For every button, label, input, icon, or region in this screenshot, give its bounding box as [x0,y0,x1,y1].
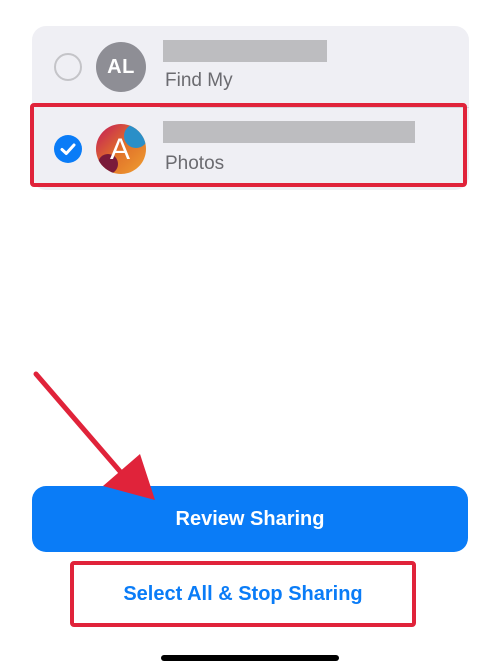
contact-subtitle: Find My [165,70,233,91]
redacted-contact-name [163,121,415,143]
select-all-stop-sharing-button[interactable]: Select All & Stop Sharing [70,561,416,627]
contact-row-photos[interactable]: A Photos [32,108,469,190]
contact-list: AL Find My A Photos [32,26,469,190]
checkmark-icon[interactable] [54,135,82,163]
review-sharing-button[interactable]: Review Sharing [32,486,468,552]
redacted-contact-name [163,40,327,62]
contact-avatar-photo: A [96,124,146,174]
home-indicator[interactable] [161,655,339,661]
contact-avatar: AL [96,42,146,92]
radio-unchecked-icon[interactable] [54,53,82,81]
contact-row-find-my[interactable]: AL Find My [32,26,469,108]
svg-text:A: A [110,133,130,166]
contact-subtitle: Photos [165,153,225,174]
